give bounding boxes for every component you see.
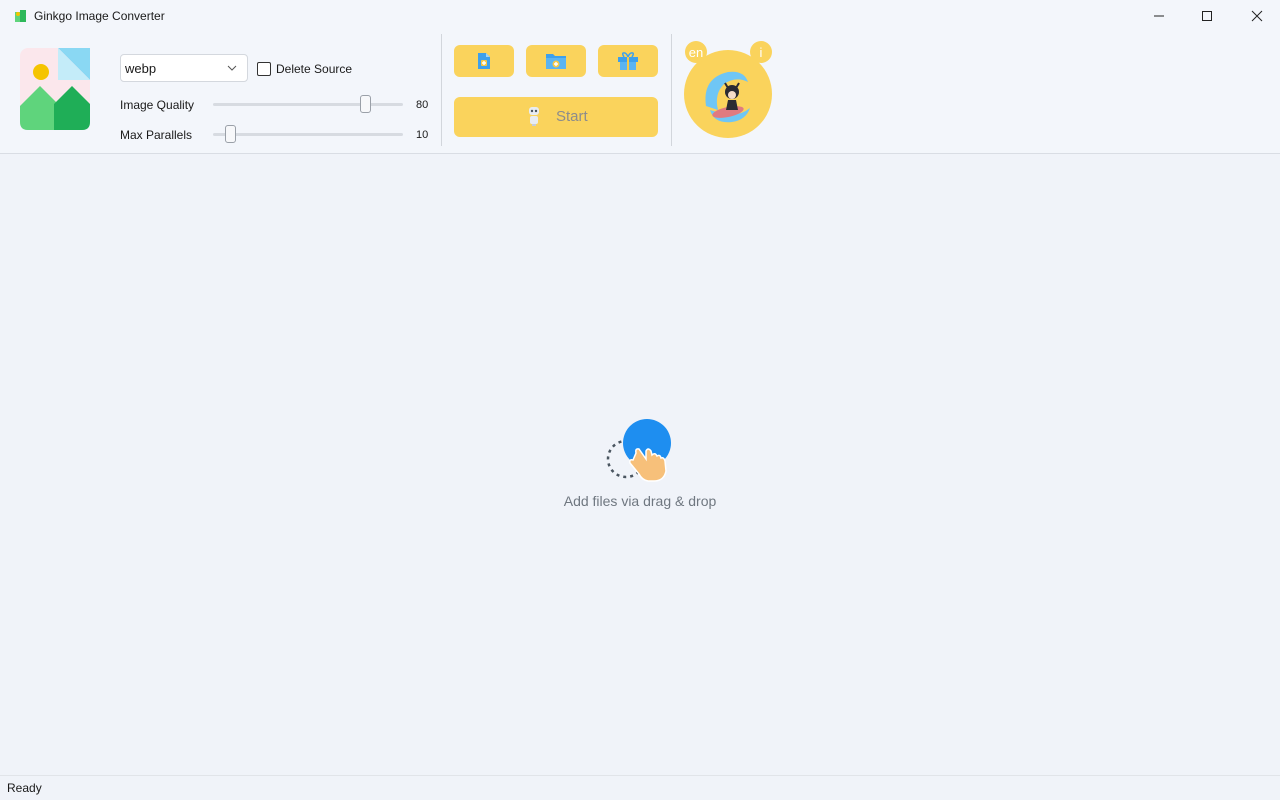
delete-source-label[interactable]: Delete Source — [276, 62, 352, 76]
add-folder-icon — [546, 54, 566, 69]
avatar-illustration — [705, 71, 750, 123]
drop-zone-hint: Add files via drag & drop — [563, 493, 717, 509]
format-select-value: webp — [125, 61, 157, 76]
gift-button[interactable] — [598, 45, 658, 77]
image-quality-value: 80 — [416, 99, 429, 111]
toolbar-divider — [671, 34, 672, 146]
delete-source-checkbox[interactable] — [257, 62, 271, 76]
add-folder-button[interactable] — [526, 45, 586, 77]
max-parallels-slider-thumb[interactable] — [225, 125, 236, 143]
toolbar: webp Delete Source Image Quality 80 Max … — [0, 32, 1280, 154]
close-button[interactable] — [1234, 0, 1280, 32]
max-parallels-slider[interactable] — [213, 125, 403, 143]
chevron-down-icon — [227, 65, 237, 71]
add-file-icon — [478, 53, 490, 69]
info-button[interactable]: i — [750, 41, 772, 63]
robot-icon — [529, 107, 539, 126]
minimize-button[interactable] — [1136, 0, 1182, 32]
app-icon — [15, 10, 26, 22]
avatar[interactable] — [684, 50, 772, 138]
drag-drop-icon — [606, 419, 671, 482]
close-icon — [1251, 10, 1263, 22]
status-text: Ready — [7, 781, 42, 795]
title-bar: Ginkgo Image Converter — [0, 0, 1280, 32]
format-select[interactable]: webp — [120, 54, 248, 82]
toolbar-divider — [441, 34, 442, 146]
add-file-button[interactable] — [454, 45, 514, 77]
max-parallels-label: Max Parallels — [120, 128, 193, 142]
drop-zone[interactable]: Add files via drag & drop — [0, 155, 1280, 775]
image-quality-slider[interactable] — [213, 95, 403, 113]
minimize-icon — [1154, 15, 1164, 17]
status-bar: Ready — [0, 775, 1280, 800]
start-button[interactable]: Start — [454, 97, 658, 137]
image-quality-label: Image Quality — [120, 98, 195, 112]
maximize-icon — [1202, 11, 1212, 21]
language-button[interactable]: en — [685, 41, 707, 63]
app-logo — [20, 48, 90, 130]
maximize-button[interactable] — [1184, 0, 1230, 32]
start-button-label: Start — [556, 108, 588, 125]
window-title: Ginkgo Image Converter — [34, 9, 165, 23]
gift-icon — [618, 52, 638, 70]
image-quality-slider-thumb[interactable] — [360, 95, 371, 113]
max-parallels-value: 10 — [416, 129, 429, 141]
